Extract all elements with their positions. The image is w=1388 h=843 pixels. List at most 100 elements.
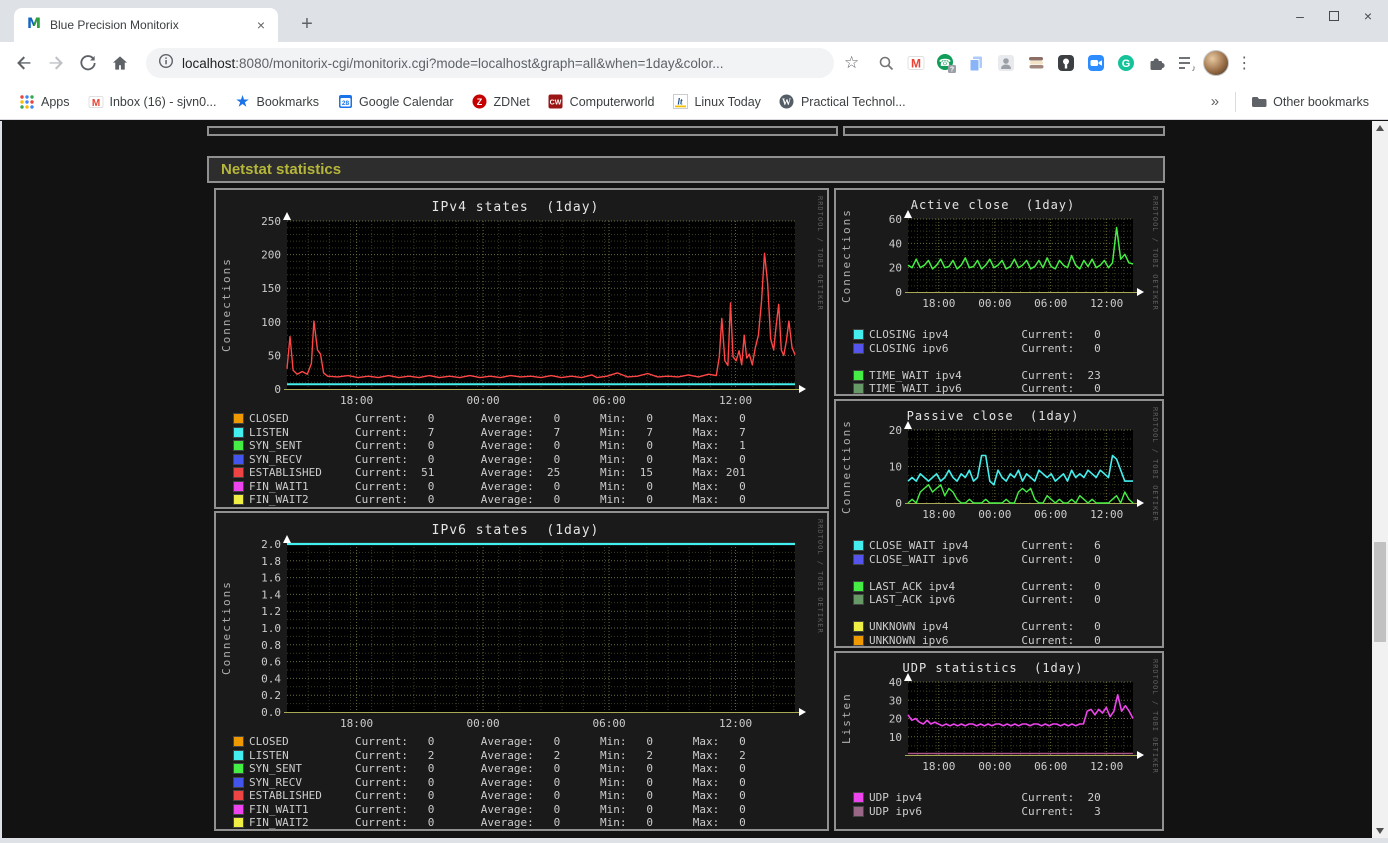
- books-extension-icon[interactable]: [1021, 48, 1051, 78]
- keyhole-extension-icon[interactable]: [1051, 48, 1081, 78]
- calendar-icon: 28: [337, 94, 353, 110]
- bookmark-label: Practical Technol...: [800, 94, 906, 109]
- window-minimize-button[interactable]: –: [1290, 8, 1310, 24]
- stub-cell-left: [207, 126, 838, 136]
- svg-text:20: 20: [889, 262, 902, 275]
- svg-text:2.0: 2.0: [261, 538, 281, 551]
- svg-text:100: 100: [261, 316, 281, 329]
- svg-text:150: 150: [261, 282, 281, 295]
- monitorix-favicon: M M: [26, 15, 42, 36]
- scrollbar-thumb[interactable]: [1374, 542, 1386, 642]
- address-bar[interactable]: localhost:8080/monitorix-cgi/monitorix.c…: [146, 48, 834, 78]
- linux-today-icon: lt: [672, 94, 688, 110]
- scrollbar-down-arrow[interactable]: [1372, 824, 1388, 838]
- svg-text:06:00: 06:00: [1034, 297, 1067, 310]
- bookmarks-overflow-chevrons[interactable]: »: [1201, 93, 1229, 110]
- grammarly-extension-icon[interactable]: G: [1111, 48, 1141, 78]
- legend-row: CLOSED Current: 0 Average: 0 Min: 0 Max:…: [233, 735, 746, 749]
- legend-swatch: [853, 383, 864, 394]
- legend-swatch: [853, 369, 864, 381]
- bookmark-computerworld[interactable]: CW Computerworld: [539, 89, 664, 115]
- svg-text:250: 250: [261, 215, 281, 228]
- legend-row: UDP ipv6 Current: 3: [853, 805, 1101, 819]
- legend-row: CLOSING ipv4 Current: 0: [853, 328, 1101, 342]
- copy-pages-extension-icon[interactable]: [961, 48, 991, 78]
- svg-text:12:00: 12:00: [719, 394, 752, 407]
- browser-tab[interactable]: M M Blue Precision Monitorix ×: [14, 8, 278, 42]
- profile-avatar[interactable]: [1203, 50, 1230, 76]
- svg-text:20: 20: [889, 424, 902, 437]
- bookmark-bookmarks[interactable]: ★ Bookmarks: [226, 89, 329, 115]
- svg-text:60: 60: [889, 213, 902, 226]
- svg-text:♪: ♪: [1192, 63, 1197, 73]
- profile-placeholder-extension-icon[interactable]: [991, 48, 1021, 78]
- browser-toolbar: localhost:8080/monitorix-cgi/monitorix.c…: [0, 42, 1388, 84]
- zoom-camera-extension-icon[interactable]: [1081, 48, 1111, 78]
- svg-text:50: 50: [268, 349, 281, 362]
- legend-row: TIME_WAIT ipv4 Current: 23: [853, 369, 1101, 383]
- legend-swatch: [233, 817, 244, 828]
- svg-text:18:00: 18:00: [922, 297, 955, 310]
- svg-text:00:00: 00:00: [978, 760, 1011, 773]
- legend-swatch: [233, 413, 244, 424]
- bookmark-zdnet[interactable]: Z ZDNet: [463, 89, 539, 115]
- other-bookmarks-button[interactable]: Other bookmarks: [1242, 89, 1378, 115]
- legend-swatch: [853, 553, 864, 565]
- svg-text:00:00: 00:00: [978, 508, 1011, 521]
- home-button[interactable]: [104, 47, 136, 79]
- gmail-extension-icon[interactable]: M: [901, 48, 931, 78]
- apps-grid-icon: [19, 94, 35, 110]
- svg-text:1.0: 1.0: [261, 622, 281, 635]
- bookmark-linux-today[interactable]: lt Linux Today: [663, 89, 770, 115]
- svg-text:Z: Z: [477, 97, 483, 107]
- back-button[interactable]: [8, 47, 40, 79]
- legend-swatch: [233, 803, 244, 815]
- legend-swatch: [233, 453, 244, 465]
- url-text[interactable]: localhost:8080/monitorix-cgi/monitorix.c…: [182, 56, 723, 71]
- legend-row: CLOSING ipv6 Current: 0: [853, 342, 1101, 356]
- svg-text:18:00: 18:00: [922, 508, 955, 521]
- legend-swatch: [233, 467, 244, 478]
- page-info-icon[interactable]: [158, 53, 174, 74]
- window-maximize-button[interactable]: [1324, 8, 1344, 24]
- tab-title: Blue Precision Monitorix: [50, 18, 179, 32]
- chart-legend: CLOSED Current: 0 Average: 0 Min: 0 Max:…: [233, 735, 746, 829]
- chart-legend: CLOSE_WAIT ipv4 Current: 6 CLOSE_WAIT ipv…: [853, 539, 1101, 646]
- page-scrollbar[interactable]: [1372, 121, 1388, 838]
- new-tab-button[interactable]: +: [294, 12, 320, 38]
- svg-text:0.8: 0.8: [261, 639, 281, 652]
- bookmark-gmail-inbox[interactable]: M Inbox (16) - sjvn0...: [79, 89, 226, 115]
- bookmark-wordpress[interactable]: W Practical Technol...: [770, 89, 915, 115]
- url-host: localhost: [182, 55, 236, 71]
- svg-text:20: 20: [889, 713, 902, 726]
- legend-row: SYN_RECV Current: 0 Average: 0 Min: 0 Ma…: [233, 776, 746, 790]
- reading-list-extension-icon[interactable]: ♪: [1171, 48, 1201, 78]
- reload-button[interactable]: [72, 47, 104, 79]
- window-close-button[interactable]: ×: [1358, 8, 1378, 24]
- bookmark-label: Computerworld: [569, 94, 655, 109]
- legend-row: SYN_SENT Current: 0 Average: 0 Min: 0 Ma…: [233, 762, 746, 776]
- svg-text:0.2: 0.2: [261, 689, 281, 702]
- search-extension-icon[interactable]: [871, 48, 901, 78]
- legend-row: UDP ipv4 Current: 20: [853, 791, 1101, 805]
- ipv4-states-graph: IPv4 states (1day) Connections RRDTOOL / T…: [214, 188, 829, 509]
- bookmark-star-icon[interactable]: ☆: [844, 53, 859, 73]
- legend-row: FIN_WAIT1 Current: 0 Average: 0 Min: 0 M…: [233, 803, 746, 817]
- legend-row: LISTEN Current: 7 Average: 7 Min: 7 Max:…: [233, 426, 746, 440]
- legend-swatch: [853, 634, 864, 646]
- voice-extension-icon[interactable]: ☎?: [931, 48, 961, 78]
- bookmark-apps[interactable]: Apps: [10, 89, 79, 115]
- legend-row: LISTEN Current: 2 Average: 2 Min: 2 Max:…: [233, 749, 746, 763]
- bookmark-google-calendar[interactable]: 28 Google Calendar: [328, 89, 463, 115]
- active-close-graph: Active close (1day) Connections RRDTOOL / …: [834, 188, 1164, 396]
- scrollbar-up-arrow[interactable]: [1372, 121, 1388, 135]
- svg-text:28: 28: [341, 100, 349, 107]
- legend-row: UNKNOWN ipv6 Current: 0: [853, 634, 1101, 646]
- legend-swatch: [233, 440, 244, 451]
- legend-swatch: [853, 329, 864, 340]
- svg-text:0: 0: [274, 383, 281, 396]
- forward-button[interactable]: [40, 47, 72, 79]
- puzzle-extension-icon[interactable]: [1141, 48, 1171, 78]
- browser-menu-icon[interactable]: ⋮: [1231, 53, 1257, 73]
- tab-close-icon[interactable]: ×: [252, 17, 270, 33]
